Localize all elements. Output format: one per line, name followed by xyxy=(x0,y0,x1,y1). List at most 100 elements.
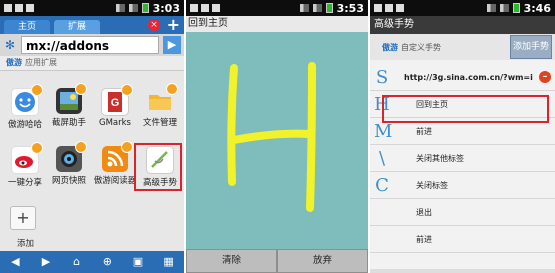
list-header: 傲游 自定义手势 添加手势 xyxy=(370,34,555,60)
remove-icon[interactable]: – xyxy=(539,71,551,83)
folder-icon xyxy=(147,83,178,114)
smiley-icon xyxy=(11,84,43,116)
tabs-icon[interactable]: ▣ xyxy=(131,255,145,269)
addon-label: GMarks xyxy=(99,118,131,128)
gesture-canvas[interactable] xyxy=(186,32,368,246)
status-bar: 3:46 xyxy=(370,0,555,16)
addon-snapshot[interactable]: 网页快照 xyxy=(47,141,91,186)
paw-icon[interactable]: ✻ xyxy=(3,38,17,52)
gesture-row[interactable]: \ 关闭其他标签 xyxy=(370,145,555,172)
addon-file-manager[interactable]: 文件管理 xyxy=(138,83,182,128)
gesture-glyph: S xyxy=(375,66,389,88)
addon-label: 文件管理 xyxy=(142,118,177,128)
addon-reader[interactable]: 傲游阅读器 xyxy=(93,141,137,186)
weibo-icon xyxy=(11,142,43,174)
section-header: 傲游 应用扩展 xyxy=(0,56,184,71)
addon-haha[interactable]: 傲游哈哈 xyxy=(3,84,47,130)
home-icon[interactable]: ⌂ xyxy=(70,255,84,269)
menu-icon[interactable]: ▦ xyxy=(162,255,176,269)
gesture-row[interactable]: C 关闭标签 xyxy=(370,172,555,199)
bottom-toolbar: ◀ ▶ ⌂ ⊕ ▣ ▦ xyxy=(0,251,184,273)
signal-icon xyxy=(128,4,138,12)
screenshot-icon xyxy=(56,83,87,114)
gesture-glyph: C xyxy=(375,174,389,196)
gesture-action: 退出 xyxy=(416,207,432,217)
status-bar: 3:53 xyxy=(186,0,368,16)
addons-screen: 3:03 主页 扩展 × + ✻ mx://addons ▶ 傲游 应用扩展 傲游… xyxy=(0,0,184,273)
tab-extensions[interactable]: 扩展 xyxy=(54,20,101,34)
wifi-icon xyxy=(486,4,496,12)
status-time: 3:53 xyxy=(336,1,364,15)
notification-icon xyxy=(396,4,404,12)
wifi-icon xyxy=(115,4,125,12)
gmarks-icon: G xyxy=(101,84,133,116)
camera-icon xyxy=(56,141,87,172)
addon-label: 一键分享 xyxy=(7,178,42,188)
back-icon[interactable]: ◀ xyxy=(8,255,22,269)
signal-icon xyxy=(499,4,509,12)
forward-icon[interactable]: ▶ xyxy=(39,255,53,269)
clear-button[interactable]: 清除 xyxy=(186,249,277,273)
battery-icon xyxy=(141,3,149,13)
notification-icon xyxy=(212,4,220,12)
add-gesture-button[interactable]: 添加手势 xyxy=(510,35,552,59)
gesture-row[interactable]: 退出 xyxy=(370,199,555,226)
maxthon-brand: 傲游 xyxy=(382,42,398,52)
maxthon-brand: 傲游 xyxy=(6,58,22,67)
gesture-action: 关闭其他标签 xyxy=(416,153,464,163)
close-tab-icon[interactable]: × xyxy=(148,19,160,31)
custom-gesture-label: 自定义手势 xyxy=(401,42,441,52)
highlight-box xyxy=(134,143,182,191)
status-bar: 3:03 xyxy=(0,0,184,16)
url-input[interactable]: mx://addons xyxy=(21,36,159,54)
addon-label: 傲游哈哈 xyxy=(7,120,42,130)
signal-icon xyxy=(312,4,322,12)
tab-bar: 主页 扩展 × + xyxy=(0,16,184,34)
wifi-icon xyxy=(299,4,309,12)
gesture-action: 关闭标签 xyxy=(416,180,448,190)
battery-icon xyxy=(325,3,333,13)
address-bar: ✻ mx://addons ▶ xyxy=(0,34,184,56)
notification-icon xyxy=(201,4,209,12)
add-bookmark-icon[interactable]: ⊕ xyxy=(100,255,114,269)
addon-label: 傲游阅读器 xyxy=(93,176,137,186)
notification-icon xyxy=(4,4,12,12)
status-time: 3:03 xyxy=(152,1,180,15)
gesture-action: 前进 xyxy=(416,126,432,136)
discard-button[interactable]: 放弃 xyxy=(277,249,368,273)
go-icon[interactable]: ▶ xyxy=(163,36,181,54)
drawn-gesture xyxy=(227,62,316,212)
tab-home[interactable]: 主页 xyxy=(4,20,51,34)
notification-icon xyxy=(15,4,23,12)
notification-icon xyxy=(26,4,34,12)
add-addon-button[interactable]: + xyxy=(10,206,36,230)
gesture-glyph: M xyxy=(374,120,393,142)
gesture-row[interactable]: S http://3g.sina.com.cn/?wm=i – xyxy=(370,64,555,91)
addon-gmarks[interactable]: G GMarks xyxy=(93,84,137,128)
gesture-row[interactable]: 前进 xyxy=(370,226,555,253)
highlight-box xyxy=(382,95,549,123)
gesture-buttons: 清除 放弃 xyxy=(186,249,368,273)
screen-title: 高级手势 xyxy=(370,16,555,34)
battery-icon xyxy=(512,3,520,13)
gesture-action: http://3g.sina.com.cn/?wm=i xyxy=(404,72,533,82)
notification-icon xyxy=(385,4,393,12)
addon-screenshot[interactable]: 截屏助手 xyxy=(47,83,91,128)
addon-share[interactable]: 一键分享 xyxy=(3,142,47,188)
status-time: 3:46 xyxy=(523,1,551,15)
section-label: 应用扩展 xyxy=(25,58,57,67)
gesture-action-title: 回到主页 xyxy=(186,16,368,32)
screenshot-collage: 3:03 主页 扩展 × + ✻ mx://addons ▶ 傲游 应用扩展 傲游… xyxy=(0,0,555,273)
bottom-edge xyxy=(370,269,555,273)
notification-icon xyxy=(374,4,382,12)
notification-icon xyxy=(190,4,198,12)
gesture-action: 前进 xyxy=(416,234,432,244)
gesture-list-screen: 3:46 高级手势 傲游 自定义手势 添加手势 S http://3g.sina.… xyxy=(370,0,555,273)
svg-text:G: G xyxy=(111,97,120,109)
add-label: 添加 xyxy=(17,239,35,249)
new-tab-icon[interactable]: + xyxy=(167,16,180,34)
rss-icon xyxy=(102,141,133,172)
addon-label: 网页快照 xyxy=(51,176,86,186)
list-header-label: 傲游 自定义手势 xyxy=(382,42,441,53)
gesture-list: S http://3g.sina.com.cn/?wm=i – H 回到主页 M… xyxy=(370,64,555,253)
